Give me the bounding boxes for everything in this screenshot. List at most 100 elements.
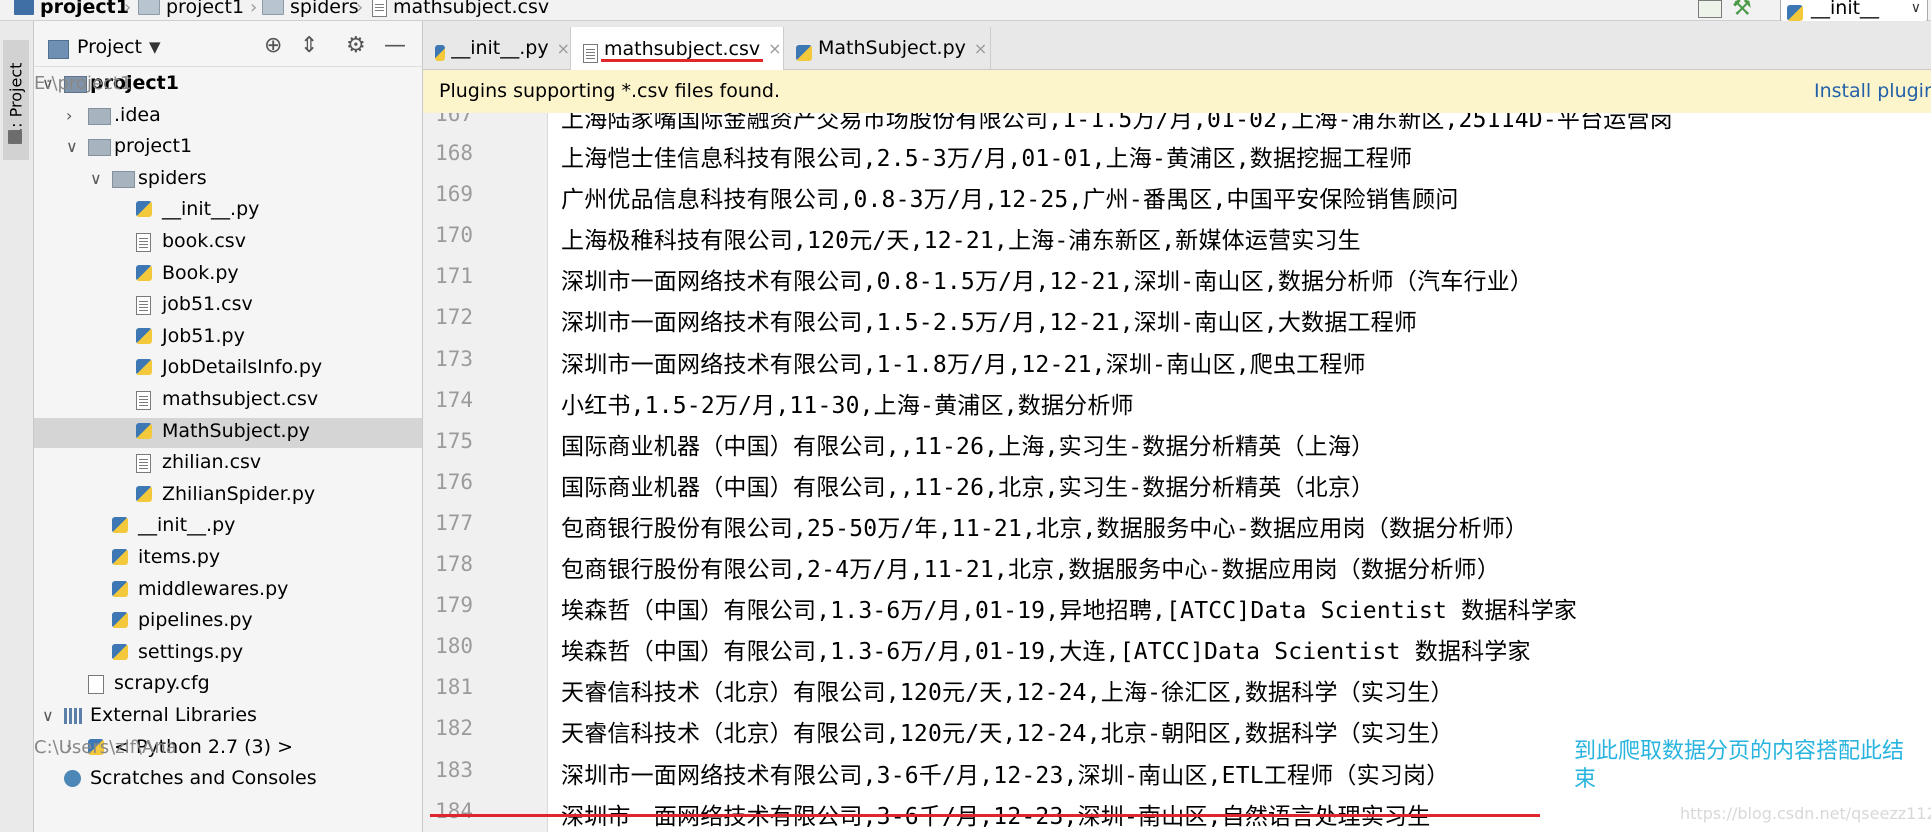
line-number: 170 — [435, 223, 473, 248]
tree-item[interactable]: scrapy.cfg — [34, 670, 422, 700]
tree-item-label: External Libraries — [90, 704, 257, 726]
tree-item[interactable]: ∨ project1 E:\project1 — [34, 70, 422, 100]
python-file-icon — [136, 201, 152, 218]
tab-mathsubject-csv[interactable]: mathsubject.csv × — [571, 27, 784, 70]
python-file-icon — [136, 422, 152, 439]
chevron-down-icon[interactable]: ∨ — [90, 169, 102, 188]
csv-file-icon — [136, 391, 151, 410]
tree-item[interactable]: ZhilianSpider.py — [34, 481, 422, 511]
folder-icon — [88, 107, 111, 125]
line-number: 168 — [435, 141, 473, 165]
chevron-down-icon[interactable]: ▼ — [149, 38, 161, 56]
code-line: 包商银行股份有限公司,2-4万/月,11-21,北京,数据服务中心-数据应用岗（… — [561, 557, 1501, 583]
tree-item[interactable]: __init__.py — [34, 512, 422, 542]
hide-panel-icon[interactable]: — — [384, 33, 406, 58]
line-number: 183 — [435, 757, 473, 782]
tab-label: __init__.py — [451, 37, 549, 59]
line-number: 182 — [435, 716, 473, 741]
tree-item-label: middlewares.py — [138, 577, 289, 600]
code-line: 小红书,1.5-2万/月,11-30,上海-黄浦区,数据分析师 — [561, 392, 1134, 419]
tree-item[interactable]: settings.py — [34, 639, 422, 669]
tree-item-label: Job51.py — [162, 324, 245, 347]
line-number: 178 — [435, 552, 473, 576]
line-number: 179 — [435, 593, 473, 618]
line-number: 169 — [435, 182, 473, 207]
code-line: 国际商业机器（中国）有限公司,,11-26,上海,实习生-数据分析精英（上海） — [561, 433, 1375, 460]
watermark-url: https://blog.csdn.net/qseezz11224 — [1680, 804, 1931, 823]
tree-item[interactable]: Job51.py — [34, 323, 422, 353]
code-line: 天睿信科技术（北京）有限公司,120元/天,12-24,北京-朝阳区,数据科学（… — [561, 721, 1454, 748]
tree-item[interactable]: MathSubject.py — [34, 417, 422, 448]
line-number: 184 — [435, 798, 473, 823]
folder-icon — [8, 130, 22, 144]
banner-message: Plugins supporting *.csv files found. — [439, 80, 781, 102]
tree-item[interactable]: book.csv — [34, 228, 422, 258]
locate-file-icon[interactable]: ⊕ — [264, 33, 282, 58]
breadcrumb-spiders[interactable]: spiders — [262, 0, 359, 18]
line-number: 171 — [435, 264, 473, 289]
csv-file-icon — [136, 233, 151, 252]
tree-item[interactable]: ∨ project1 — [34, 133, 422, 163]
breadcrumb-file[interactable]: mathsubject.csv — [372, 0, 549, 18]
csv-file-icon — [136, 454, 151, 474]
python-file-icon — [112, 580, 128, 597]
collapse-all-icon[interactable]: ⇕ — [300, 33, 318, 58]
run-configuration-select[interactable]: __init__ ∨ — [1780, 0, 1928, 22]
breadcrumb-separator: › — [250, 0, 258, 18]
tree-item-path-hint: E:\project1 — [34, 73, 132, 94]
tree-item-label: settings.py — [138, 640, 244, 663]
tree-item[interactable]: mathsubject.csv — [34, 386, 422, 416]
tab-mathsubject-py[interactable]: MathSubject.py × — [784, 27, 991, 69]
tree-item[interactable]: ∨ spiders — [34, 165, 422, 195]
tree-item[interactable]: __init__.py — [34, 196, 422, 226]
close-icon[interactable]: × — [557, 39, 570, 58]
tree-item[interactable]: pipelines.py — [34, 607, 422, 637]
tree-item[interactable]: › < Python 2.7 (3) > C:\Users\zlf\Ana — [34, 734, 422, 764]
tree-item[interactable]: items.py — [34, 544, 422, 574]
tree-item[interactable]: JobDetailsInfo.py — [34, 354, 422, 384]
chevron-down-icon[interactable]: ∨ — [42, 706, 54, 725]
tree-item[interactable]: Book.py — [34, 260, 422, 290]
line-number: 175 — [435, 428, 473, 453]
project-icon — [14, 0, 34, 15]
breadcrumb-project-folder[interactable]: project1 — [138, 0, 244, 18]
terminal-icon[interactable] — [1698, 0, 1722, 18]
tree-item[interactable]: › .idea — [34, 102, 422, 132]
csv-file-icon — [372, 0, 387, 17]
python-file-icon — [136, 327, 152, 344]
handwritten-annotation: 到此爬取数据分页的内容搭配此结束 — [1574, 739, 1905, 792]
tree-item-label: job51.csv — [162, 293, 253, 316]
breadcrumb-label: mathsubject.csv — [393, 0, 550, 18]
chevron-down-icon: ∨ — [1910, 0, 1921, 16]
code-line: 天睿信科技术（北京）有限公司,120元/天,12-24,上海-徐汇区,数据科学（… — [561, 680, 1454, 707]
tree-item[interactable]: ∨ External Libraries — [34, 702, 422, 732]
tree-item-label: ZhilianSpider.py — [162, 482, 316, 505]
tab-init-py[interactable]: __init__.py × — [423, 27, 571, 69]
python-file-icon — [112, 549, 128, 565]
tree-item[interactable]: zhilian.csv — [34, 449, 422, 479]
tree-item-label: project1 — [114, 135, 193, 158]
code-line: 深圳市一面网络技术有限公司,3-6千/月,12-23,深圳-南山区,ETL工程师… — [561, 762, 1450, 789]
gear-icon[interactable]: ⚙ — [346, 33, 366, 58]
code-line: 上海极稚科技有限公司,120元/天,12-21,上海-浦东新区,新媒体运营实习生 — [561, 228, 1361, 255]
chevron-right-icon[interactable]: › — [66, 106, 72, 125]
project-view-title[interactable]: Project — [77, 36, 142, 58]
close-icon[interactable]: × — [768, 39, 781, 58]
line-number: 181 — [435, 675, 473, 700]
tree-item[interactable]: job51.csv — [34, 291, 422, 321]
breadcrumb-project-root[interactable]: project1 — [14, 0, 129, 18]
line-number: 176 — [435, 469, 473, 494]
build-hammer-icon[interactable]: ⚒ — [1732, 0, 1752, 21]
install-plugins-link[interactable]: Install plugins — [1814, 80, 1931, 102]
tree-item-label: Book.py — [162, 261, 239, 284]
chevron-down-icon[interactable]: ∨ — [66, 137, 78, 156]
tree-item[interactable]: middlewares.py — [34, 576, 422, 606]
breadcrumb-separator: › — [124, 0, 132, 18]
tree-item[interactable]: Scratches and Consoles — [34, 765, 422, 795]
line-number: 174 — [435, 387, 473, 412]
tab-label: MathSubject.py — [818, 37, 966, 59]
folder-icon — [138, 0, 160, 15]
run-config-label: __init__ — [1811, 0, 1880, 19]
tree-item-label: items.py — [138, 546, 221, 568]
close-icon[interactable]: × — [974, 39, 987, 58]
